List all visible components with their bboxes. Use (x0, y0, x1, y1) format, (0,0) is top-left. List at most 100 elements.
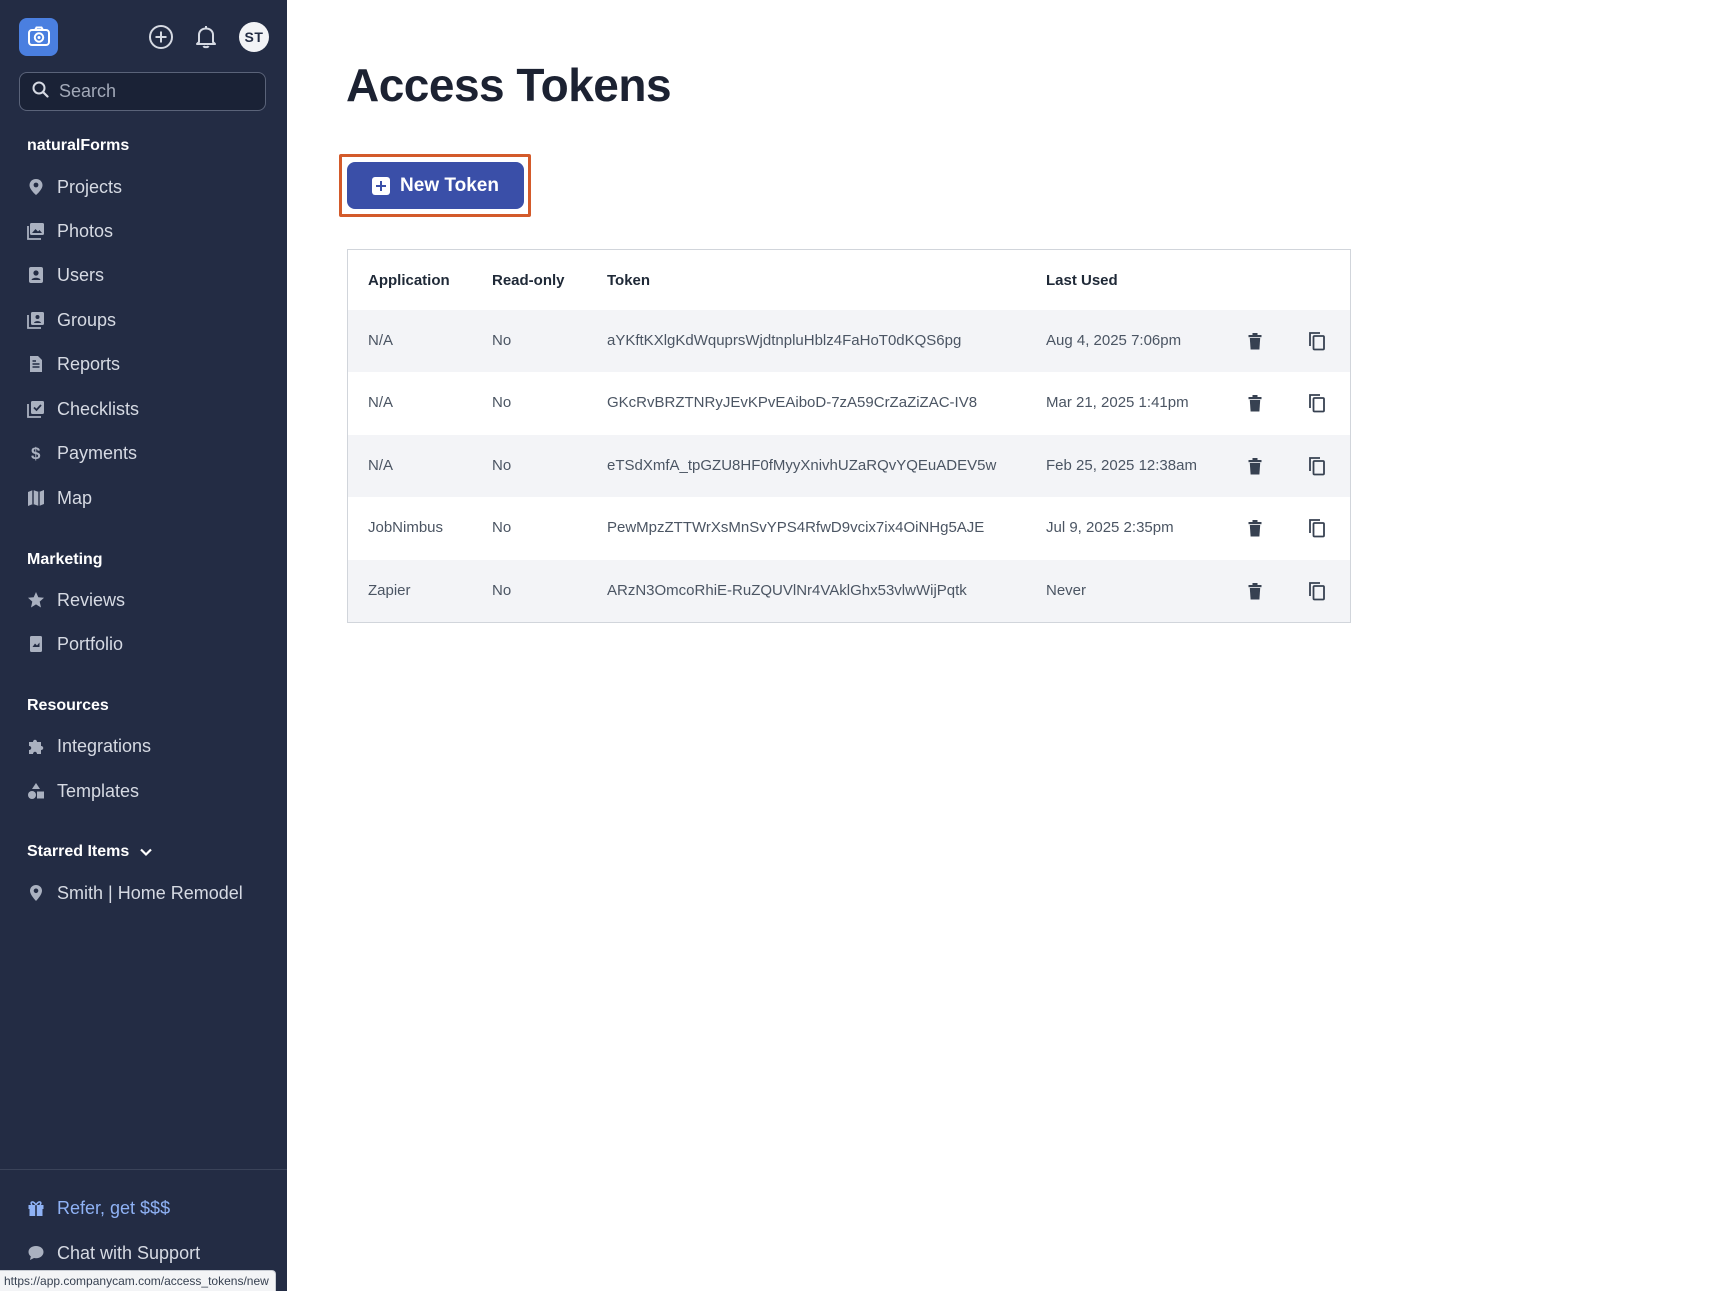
cell-application: N/A (368, 394, 394, 411)
user-avatar[interactable]: ST (239, 22, 269, 52)
cell-token: ARzN3OmcoRhiE-RuZQUVlNr4VAklGhx53vlwWijP… (607, 582, 967, 599)
table-row: N/A No GKcRvBRZTNRyJEvKPvEAiboD-7zA59CrZ… (348, 372, 1350, 434)
sidebar-item-projects[interactable]: Projects (27, 172, 267, 202)
page-title: Access Tokens (346, 59, 672, 111)
dollar-icon: $ (27, 444, 45, 462)
gift-icon (27, 1199, 45, 1217)
star-icon (27, 591, 45, 609)
copy-icon[interactable] (1306, 330, 1328, 352)
starred-items-toggle[interactable]: Starred Items (27, 843, 153, 861)
table-row: JobNimbus No PewMpzZTTWrXsMnSvYPS4RfwD9v… (348, 497, 1350, 559)
sidebar-item-label: Groups (57, 309, 117, 330)
sidebar-item-groups[interactable]: Groups (27, 305, 267, 335)
cell-token: aYKftKXlgKdWquprsWjdtnpluHblz4FaHoT0dKQS… (607, 332, 962, 349)
cell-token: GKcRvBRZTNRyJEvKPvEAiboD-7zA59CrZaZiZAC-… (607, 394, 978, 411)
resources-heading: Resources (27, 697, 109, 714)
delete-trash-icon[interactable] (1244, 455, 1266, 477)
cell-last-used: Jul 9, 2025 2:35pm (1046, 519, 1174, 536)
sidebar-item-reviews[interactable]: Reviews (27, 585, 267, 615)
column-header-application: Application (368, 272, 450, 289)
groups-icon (27, 311, 45, 329)
sidebar-item-label: Integrations (57, 735, 152, 756)
sidebar-item-integrations[interactable]: Integrations (27, 731, 267, 761)
column-header-last-used: Last Used (1046, 272, 1118, 289)
table-row: N/A No eTSdXmfA_tpGZU8HF0fMyyXnivhUZaRQv… (348, 435, 1350, 497)
cell-application: N/A (368, 457, 394, 474)
chat-support-link[interactable]: Chat with Support (27, 1238, 267, 1268)
puzzle-piece-icon (27, 737, 45, 755)
column-header-read-only: Read-only (492, 272, 565, 289)
map-icon (27, 489, 45, 507)
link-status-bar: https://app.companycam.com/access_tokens… (0, 1270, 276, 1291)
sidebar-item-users[interactable]: Users (27, 260, 267, 290)
org-name-heading: naturalForms (27, 137, 130, 154)
cell-last-used: Never (1046, 582, 1087, 599)
copy-icon[interactable] (1306, 580, 1328, 602)
cell-application: JobNimbus (368, 519, 444, 536)
map-pin-icon (27, 178, 45, 196)
sidebar-item-starred-project[interactable]: Smith | Home Remodel (27, 878, 277, 908)
cell-application: N/A (368, 332, 394, 349)
search-icon (32, 81, 49, 103)
search-box[interactable] (19, 72, 266, 111)
sidebar-item-templates[interactable]: Templates (27, 776, 267, 806)
chat-support-label: Chat with Support (57, 1242, 201, 1263)
refer-link[interactable]: Refer, get $$$ (27, 1193, 267, 1223)
sidebar-item-photos[interactable]: Photos (27, 216, 267, 246)
photos-icon (27, 222, 45, 240)
cell-token: eTSdXmfA_tpGZU8HF0fMyyXnivhUZaRQvYQEuADE… (607, 457, 997, 474)
copy-icon[interactable] (1306, 517, 1328, 539)
table-row: N/A No aYKftKXlgKdWquprsWjdtnpluHblz4FaH… (348, 310, 1350, 372)
delete-trash-icon[interactable] (1244, 392, 1266, 414)
chat-bubble-icon (27, 1244, 45, 1262)
map-pin-icon (27, 884, 45, 902)
delete-trash-icon[interactable] (1244, 330, 1266, 352)
sidebar-item-label: Reports (57, 353, 121, 374)
cell-last-used: Feb 25, 2025 12:38am (1046, 457, 1197, 474)
copy-icon[interactable] (1306, 455, 1328, 477)
cell-last-used: Mar 21, 2025 1:41pm (1046, 394, 1189, 411)
cell-read-only: No (492, 457, 512, 474)
cell-read-only: No (492, 519, 512, 536)
column-header-token: Token (607, 272, 651, 289)
sidebar-item-label: Checklists (57, 398, 140, 419)
cell-token: PewMpzZTTWrXsMnSvYPS4RfwD9vcix7ix4OiNHg5… (607, 519, 985, 536)
sidebar-item-label: Projects (57, 176, 123, 197)
delete-trash-icon[interactable] (1244, 580, 1266, 602)
sidebar-item-map[interactable]: Map (27, 483, 267, 513)
starred-items-heading: Starred Items (27, 843, 130, 860)
sidebar-divider (0, 1169, 287, 1170)
sidebar-item-checklists[interactable]: Checklists (27, 394, 267, 424)
sidebar-item-label: Map (57, 487, 93, 508)
delete-trash-icon[interactable] (1244, 517, 1266, 539)
sidebar-item-label: Photos (57, 220, 114, 241)
copy-icon[interactable] (1306, 392, 1328, 414)
companycam-logo-icon[interactable] (19, 18, 58, 56)
cell-read-only: No (492, 582, 512, 599)
new-token-button[interactable]: New Token (347, 162, 524, 209)
sidebar-top-bar: ST (19, 18, 269, 56)
cell-last-used: Aug 4, 2025 7:06pm (1046, 332, 1182, 349)
cell-application: Zapier (368, 582, 411, 599)
table-header: Application Read-only Token Last Used (348, 250, 1350, 310)
chevron-down-icon (139, 847, 153, 857)
cell-read-only: No (492, 394, 512, 411)
sidebar: ST naturalForms Projects Photos Users (0, 0, 287, 1291)
sidebar-item-label: Users (57, 264, 105, 285)
sidebar-item-label: Smith | Home Remodel (57, 882, 243, 903)
sidebar-item-portfolio[interactable]: Portfolio (27, 629, 267, 659)
sidebar-item-payments[interactable]: $ Payments (27, 438, 267, 468)
report-document-icon (27, 355, 45, 373)
search-input[interactable] (59, 81, 249, 102)
sidebar-item-label: Templates (57, 780, 140, 801)
bell-icon[interactable] (191, 22, 221, 52)
add-circle-icon[interactable] (146, 22, 176, 52)
sidebar-item-reports[interactable]: Reports (27, 349, 267, 379)
new-token-label: New Token (400, 174, 499, 196)
shapes-icon (27, 782, 45, 800)
table-row: Zapier No ARzN3OmcoRhiE-RuZQUVlNr4VAklGh… (348, 560, 1350, 622)
checklist-icon (27, 400, 45, 418)
portfolio-book-icon (27, 635, 45, 653)
refer-label: Refer, get $$$ (57, 1197, 171, 1218)
cell-read-only: No (492, 332, 512, 349)
